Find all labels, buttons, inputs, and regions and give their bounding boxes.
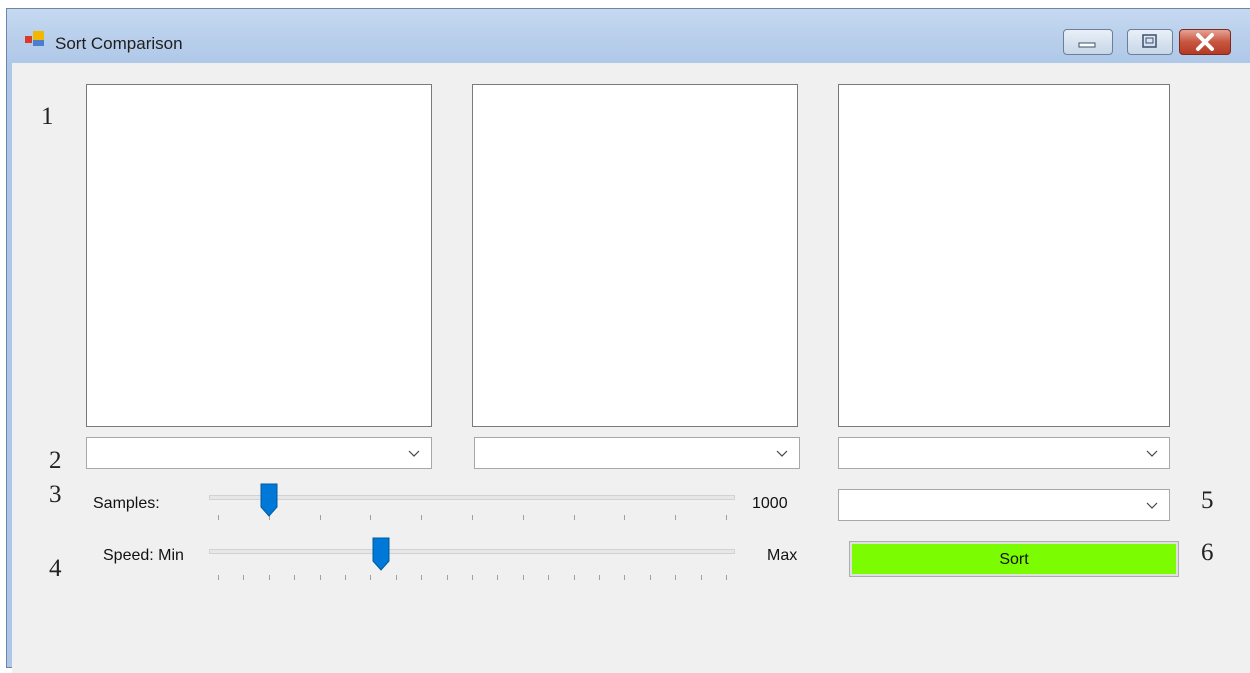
slider-tick (624, 515, 625, 520)
sort-panel-2[interactable] (472, 84, 798, 427)
speed-slider-track (209, 549, 735, 554)
slider-thumb[interactable] (260, 483, 278, 517)
close-icon (1196, 33, 1214, 51)
algorithm-dropdown-3[interactable] (838, 437, 1170, 469)
slider-tick (624, 575, 625, 580)
annotation-5: 5 (1201, 487, 1214, 514)
slider-tick (523, 575, 524, 580)
slider-tick (472, 515, 473, 520)
algorithm-dropdown-2[interactable] (474, 437, 800, 469)
slider-tick (675, 575, 676, 580)
speed-max-label: Max (767, 547, 798, 564)
annotation-4: 4 (49, 555, 62, 582)
speed-min-label: Speed: Min (103, 547, 184, 564)
chevron-down-icon (1146, 502, 1158, 509)
minimize-icon (1078, 42, 1096, 48)
slider-tick (650, 575, 651, 580)
sort-panel-1[interactable] (86, 84, 432, 427)
window-title: Sort Comparison (55, 34, 183, 53)
slider-tick (574, 575, 575, 580)
slider-tick (472, 575, 473, 580)
slider-tick (269, 575, 270, 580)
slider-tick (218, 575, 219, 580)
client-area: 1 2 3 4 5 6 Samples: 1000 Speed: Min Max… (12, 63, 1250, 673)
annotation-2: 2 (49, 447, 62, 474)
annotation-1: 1 (41, 103, 54, 130)
sort-panel-3[interactable] (838, 84, 1170, 427)
app-icon (25, 31, 44, 46)
main-window: Sort Comparison 1 2 3 4 5 6 Samples: 100… (6, 8, 1250, 673)
close-button[interactable] (1179, 29, 1231, 55)
speed-slider[interactable] (209, 537, 735, 583)
slider-tick (675, 515, 676, 520)
maximize-icon (1142, 34, 1157, 48)
slider-tick (218, 515, 219, 520)
slider-tick (726, 515, 727, 520)
maximize-button[interactable] (1127, 29, 1173, 55)
samples-value: 1000 (752, 495, 788, 512)
slider-thumb[interactable] (372, 537, 390, 571)
slider-tick (421, 515, 422, 520)
slider-tick (345, 575, 346, 580)
annotation-3: 3 (49, 481, 62, 508)
slider-tick (447, 575, 448, 580)
samples-label: Samples: (93, 495, 160, 512)
sort-button[interactable]: Sort (849, 541, 1179, 577)
algorithm-dropdown-1[interactable] (86, 437, 432, 469)
slider-tick (320, 515, 321, 520)
slider-tick (421, 575, 422, 580)
slider-tick (599, 575, 600, 580)
slider-tick (294, 575, 295, 580)
chevron-down-icon (776, 450, 788, 457)
samples-slider-track (209, 495, 735, 500)
title-bar[interactable]: Sort Comparison (7, 9, 1250, 63)
slider-tick (370, 515, 371, 520)
annotation-6: 6 (1201, 539, 1214, 566)
slider-tick (548, 575, 549, 580)
slider-tick (523, 515, 524, 520)
minimize-button[interactable] (1063, 29, 1113, 55)
sample-order-dropdown[interactable] (838, 489, 1170, 521)
slider-tick (370, 575, 371, 580)
chevron-down-icon (1146, 450, 1158, 457)
slider-tick (701, 575, 702, 580)
slider-tick (574, 515, 575, 520)
chevron-down-icon (408, 450, 420, 457)
slider-tick (320, 575, 321, 580)
slider-tick (243, 575, 244, 580)
slider-tick (396, 575, 397, 580)
samples-slider[interactable] (209, 483, 735, 529)
slider-tick (726, 575, 727, 580)
slider-tick (497, 575, 498, 580)
